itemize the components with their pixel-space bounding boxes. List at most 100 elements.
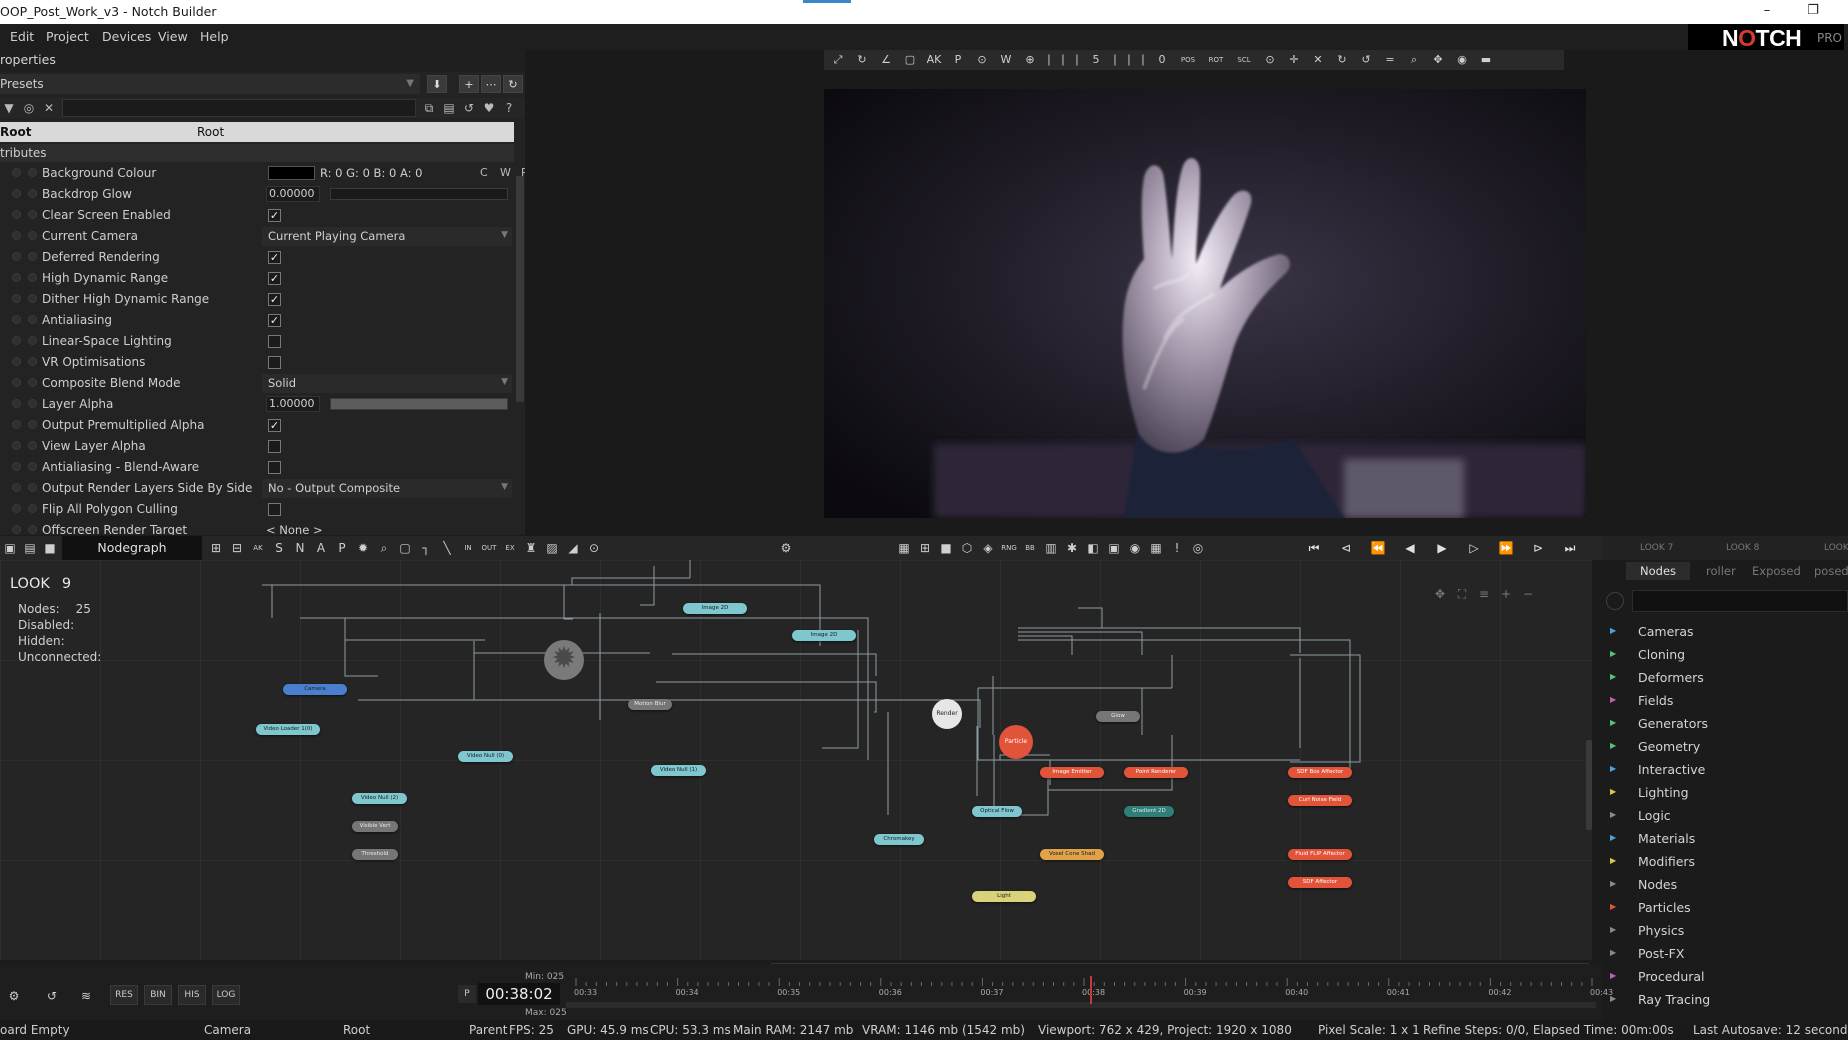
render-tool-icon[interactable]: ◧ — [1085, 540, 1101, 556]
expand-arrow-icon[interactable]: ▶ — [1610, 971, 1616, 980]
favourite-icon[interactable]: ♥ — [480, 99, 498, 117]
viewport-tool-icon[interactable]: ✕ — [1308, 52, 1328, 68]
viewport-tool-icon[interactable]: ROT — [1204, 52, 1228, 68]
expose-dot-icon[interactable] — [28, 294, 37, 303]
attr-checkbox[interactable]: ✓ — [268, 314, 281, 327]
layout-icon[interactable]: ▣ — [2, 540, 18, 556]
render-tool-icon[interactable]: ▥ — [1043, 540, 1059, 556]
category-cloning[interactable]: ▶ Cloning — [1610, 645, 1840, 665]
node-light[interactable]: Light — [972, 891, 1036, 902]
copy-icon[interactable]: ⧉ — [420, 99, 438, 117]
tab-nodegraph[interactable]: Nodegraph — [62, 536, 202, 560]
property-search-input[interactable] — [62, 99, 416, 117]
expand-arrow-icon[interactable]: ▶ — [1610, 879, 1616, 888]
viewport-tool-icon[interactable]: ❘ — [1058, 52, 1068, 68]
nodegraph-tool-icon[interactable]: ┐ — [418, 540, 434, 556]
number-input[interactable]: 0.00000 — [266, 186, 320, 202]
expand-arrow-icon[interactable]: ▶ — [1610, 810, 1616, 819]
viewport-tool-icon[interactable]: ⌕ — [1404, 52, 1424, 68]
audio-waveform-icon[interactable]: ≋ — [78, 988, 94, 1004]
timeline-ruler[interactable]: 00:33 00:34 00:35 00:36 00:37 00:38 00:39 00:40… — [566, 976, 1613, 1016]
keyframe-dot-icon[interactable] — [12, 399, 21, 408]
viewport-tool-icon[interactable]: ⊙ — [972, 52, 992, 68]
nodegraph-tool-icon[interactable]: EX — [502, 540, 518, 556]
expand-arrow-icon[interactable]: ▶ — [1610, 626, 1616, 635]
expose-dot-icon[interactable] — [28, 357, 37, 366]
expand-arrow-icon[interactable]: ▶ — [1610, 833, 1616, 842]
viewport-tool-icon[interactable]: ❘ — [1072, 52, 1082, 68]
node-render[interactable]: Render — [932, 699, 962, 729]
render-tool-icon[interactable]: ◈ — [980, 540, 996, 556]
node-voxel-cone[interactable]: Voxel Cone Shad — [1040, 849, 1104, 860]
category-particles[interactable]: ▶ Particles — [1610, 898, 1840, 918]
render-tool-icon[interactable]: ■ — [938, 540, 954, 556]
viewport-tool-icon[interactable]: ⊙ — [1260, 52, 1280, 68]
timeline-settings-icon[interactable]: ⚙ — [6, 988, 22, 1004]
category-modifiers[interactable]: ▶ Modifiers — [1610, 852, 1840, 872]
tab-nodes[interactable]: Nodes — [1626, 562, 1691, 580]
node-video-null-b[interactable]: Video Null (1) — [651, 765, 706, 776]
menu-devices[interactable]: Devices — [102, 29, 151, 44]
download-preset-button[interactable]: ⬇ — [427, 75, 447, 93]
reset-icon[interactable]: ↺ — [460, 99, 478, 117]
transport-icon[interactable]: ⏭ — [1561, 540, 1579, 556]
search-icon[interactable] — [1606, 592, 1624, 610]
transport-icon[interactable]: ⏪ — [1369, 540, 1387, 556]
nodegraph-view-control-icon[interactable]: ≡ — [1476, 586, 1492, 602]
category-interactive[interactable]: ▶ Interactive — [1610, 760, 1840, 780]
keyframe-dot-icon[interactable] — [12, 294, 21, 303]
menu-help[interactable]: Help — [200, 29, 229, 44]
viewport-tool-icon[interactable]: ❘ — [1044, 52, 1054, 68]
keyframe-dot-icon[interactable] — [12, 525, 21, 534]
minimize-button[interactable]: – — [1746, 0, 1788, 24]
nodegraph-view-control-icon[interactable]: + — [1498, 586, 1514, 602]
playhead[interactable] — [1090, 976, 1092, 1004]
attr-row-background-colour[interactable]: Background Colour R: 0 G: 0 B: 0 A: 0CWP — [0, 163, 525, 184]
viewport-tool-icon[interactable]: POS — [1176, 52, 1200, 68]
keyframe-dot-icon[interactable] — [12, 231, 21, 240]
viewport-tool-icon[interactable]: ⊕ — [1020, 52, 1040, 68]
node-image-emitter[interactable]: Image Emitter — [1040, 767, 1104, 778]
keyframe-dot-icon[interactable] — [12, 189, 21, 198]
render-tool-icon[interactable]: RNG — [1001, 540, 1017, 556]
viewport-tool-icon[interactable]: ✥ — [1428, 52, 1448, 68]
playback-p-button[interactable]: P — [458, 985, 476, 1003]
category-logic[interactable]: ▶ Logic — [1610, 806, 1840, 826]
render-tool-icon[interactable]: ◉ — [1127, 540, 1143, 556]
expose-dot-icon[interactable] — [28, 231, 37, 240]
expose-dot-icon[interactable] — [28, 399, 37, 408]
expose-dot-icon[interactable] — [28, 441, 37, 450]
node-motion-blur[interactable]: Motion Blur — [628, 699, 672, 710]
render-tool-icon[interactable]: ! — [1169, 540, 1185, 556]
properties-scrollbar[interactable] — [516, 176, 524, 402]
expose-dot-icon[interactable] — [28, 273, 37, 282]
render-tool-icon[interactable]: ✱ — [1064, 540, 1080, 556]
viewport-tool-icon[interactable]: ▬ — [1476, 52, 1496, 68]
nodegraph-tool-icon[interactable]: ⌕ — [376, 540, 392, 556]
paste-icon[interactable]: ▤ — [440, 99, 458, 117]
attr-checkbox[interactable] — [268, 503, 281, 516]
node-point-renderer[interactable]: Point Renderer — [1124, 767, 1188, 778]
category-nodes[interactable]: ▶ Nodes — [1610, 875, 1840, 895]
attr-row-flip-all-polygon-culling[interactable]: Flip All Polygon Culling — [0, 499, 514, 520]
menu-project[interactable]: Project — [46, 29, 89, 44]
category-ray-tracing[interactable]: ▶ Ray Tracing — [1610, 990, 1840, 1010]
attr-checkbox[interactable]: ✓ — [268, 272, 281, 285]
node-particle-root[interactable]: Particle — [999, 725, 1033, 759]
timeline-res-button[interactable]: RES — [110, 985, 138, 1005]
attr-row-output-premultiplied-alpha[interactable]: Output Premultiplied Alpha ✓ — [0, 415, 514, 436]
category-physics[interactable]: ▶ Physics — [1610, 921, 1840, 941]
keyframe-dot-icon[interactable] — [12, 441, 21, 450]
nodegraph-view-control-icon[interactable]: − — [1520, 586, 1536, 602]
nodegraph-tool-icon[interactable]: ▨ — [544, 540, 560, 556]
attr-value[interactable]: < None > — [266, 523, 323, 535]
nodegraph-tool-icon[interactable]: S — [271, 540, 287, 556]
attr-dropdown[interactable]: Solid ▼ — [262, 374, 512, 393]
keyframe-dot-icon[interactable] — [12, 210, 21, 219]
attr-row-linear-space-lighting[interactable]: Linear-Space Lighting — [0, 331, 514, 352]
node-camera[interactable]: Camera — [283, 684, 347, 695]
timeline-bin-button[interactable]: BIN — [144, 985, 172, 1005]
expose-dot-icon[interactable] — [28, 168, 37, 177]
viewport-tool-icon[interactable]: = — [1380, 52, 1400, 68]
nodegraph-tool-icon[interactable]: ▢ — [397, 540, 413, 556]
